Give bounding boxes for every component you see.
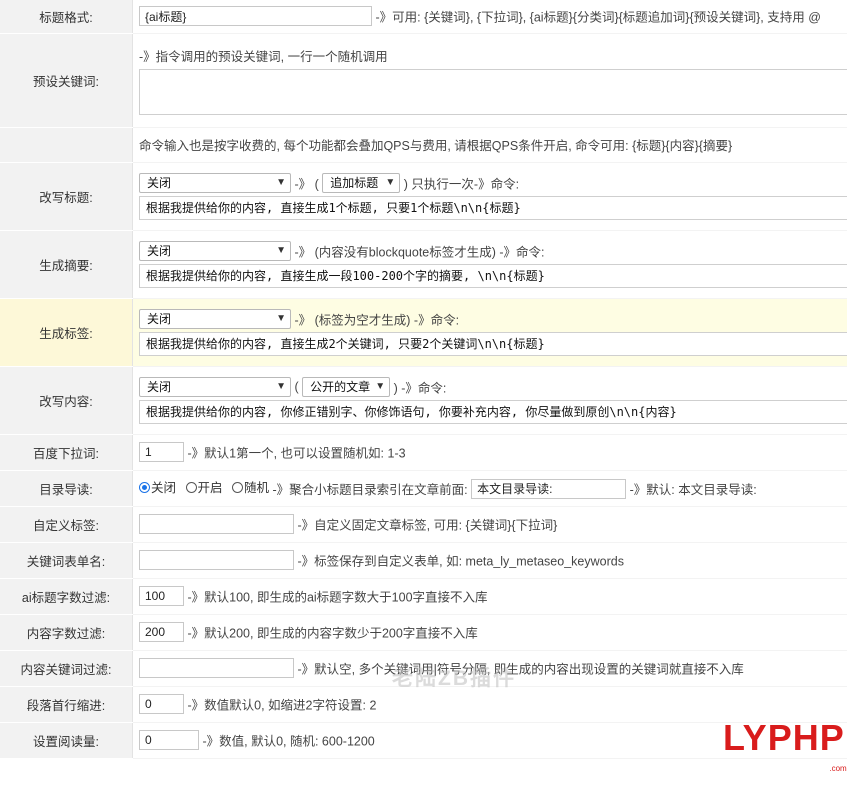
site-logo: LYPHP .com — [723, 717, 847, 774]
chevron-down-icon: ▼ — [375, 380, 386, 392]
row-summary: 生成摘要: 关闭 ▼ -》 (内容没有blockquote标签才生成) -》命令:… — [0, 230, 847, 299]
chevron-down-icon: ▼ — [276, 244, 286, 256]
ai-title-filter-label: ai标题字数过滤: — [0, 578, 133, 615]
content-keyword-filter-hint: -》默认空, 多个关键词用|符号分隔, 即生成的内容出现设置的关键词就直接不入库 — [297, 662, 744, 677]
ai-title-filter-input[interactable] — [139, 586, 184, 606]
settings-form: 标题格式: -》可用: {关键词}, {下拉词}, {ai标题}{分类词}{标题… — [0, 0, 847, 759]
row-tags: 生成标签: 关闭 ▼ -》 (标签为空才生成) -》命令: 根据我提供给你的内容,… — [0, 298, 847, 367]
row-content-filter: 内容字数过滤: -》默认200, 即生成的内容字数少于200字直接不入库 — [0, 614, 847, 651]
radio-icon — [185, 482, 197, 494]
keyword-form-hint: -》标签保存到自定义表单, 如: meta_ly_metaseo_keyword… — [297, 554, 624, 569]
rewrite-content-hint: ) -》命令: — [393, 381, 447, 395]
toc-hint: -》聚合小标题目录索引在文章前面: — [272, 483, 468, 498]
custom-tags-label: 自定义标签: — [0, 506, 133, 543]
read-count-label: 设置阅读量: — [0, 722, 133, 759]
toc-radio-off[interactable]: 关闭 — [139, 481, 176, 495]
preset-keywords-textarea[interactable] — [139, 68, 847, 115]
read-count-hint: -》数值, 默认0, 随机: 600-1200 — [202, 734, 375, 749]
toc-title-input[interactable] — [471, 478, 627, 499]
indent-hint: -》数值默认0, 如缩进2字符设置: 2 — [187, 698, 377, 713]
content-filter-hint: -》默认200, 即生成的内容字数少于200字直接不入库 — [187, 626, 478, 641]
summary-hint: -》 (内容没有blockquote标签才生成) -》命令: — [294, 245, 545, 259]
chevron-down-icon: ▼ — [276, 312, 286, 324]
row-custom-tags: 自定义标签: -》自定义固定文章标签, 可用: {关键词}{下拉词} — [0, 506, 847, 543]
summary-label: 生成摘要: — [0, 230, 133, 299]
content-keyword-filter-label: 内容关键词过滤: — [0, 650, 133, 687]
rewrite-content-scope-select[interactable]: 公开的文章 ▼ — [302, 376, 391, 397]
keyword-form-label: 关键词表单名: — [0, 542, 133, 579]
preset-keywords-label: 预设关键词: — [0, 33, 133, 128]
rewrite-content-command-input[interactable]: 根据我提供给你的内容, 你修正错别字、你修饰语句, 你要补充内容, 你尽量做到原… — [139, 399, 847, 424]
row-rewrite-content: 改写内容: 关闭 ▼ ( 公开的文章 ▼ ) -》命令: 根据我提供给你的内容, 你… — [0, 366, 847, 435]
rewrite-title-command-input[interactable]: 根据我提供给你的内容, 直接生成1个标题, 只要1个标题\n\n{标题} — [139, 195, 847, 220]
chevron-down-icon: ▼ — [385, 176, 396, 188]
row-baidu-dropdown: 百度下拉词: -》默认1第一个, 也可以设置随机如: 1-3 — [0, 434, 847, 471]
tags-select[interactable]: 关闭 ▼ — [139, 308, 291, 329]
content-filter-input[interactable] — [139, 622, 184, 642]
summary-command-input[interactable]: 根据我提供给你的内容, 直接生成一段100-200个字的摘要, \n\n{标题} — [139, 263, 847, 288]
row-read-count: 设置阅读量: -》数值, 默认0, 随机: 600-1200 — [0, 722, 847, 759]
preset-keywords-hint: -》指令调用的预设关键词, 一行一个随机调用 — [139, 49, 388, 64]
title-format-input[interactable] — [139, 6, 372, 27]
rewrite-content-label: 改写内容: — [0, 366, 133, 435]
baidu-dropdown-hint: -》默认1第一个, 也可以设置随机如: 1-3 — [187, 446, 406, 461]
rewrite-title-select[interactable]: 关闭 ▼ — [139, 172, 291, 193]
chevron-down-icon: ▼ — [276, 176, 286, 188]
baidu-dropdown-input[interactable] — [139, 442, 184, 462]
indent-label: 段落首行缩进: — [0, 686, 133, 723]
read-count-input[interactable] — [139, 730, 199, 750]
row-toc: 目录导读: 关闭 开启 随机 -》聚合小标题目录索引在文章前面: -》默认: 本… — [0, 470, 847, 507]
baidu-dropdown-label: 百度下拉词: — [0, 434, 133, 471]
chevron-down-icon: ▼ — [276, 380, 286, 392]
row-indent: 段落首行缩进: -》数值默认0, 如缩进2字符设置: 2 — [0, 686, 847, 723]
toc-radio-random[interactable]: 随机 — [232, 481, 269, 495]
row-ai-title-filter: ai标题字数过滤: -》默认100, 即生成的ai标题字数大于100字直接不入库 — [0, 578, 847, 615]
keyword-form-input[interactable] — [139, 550, 294, 570]
row-keyword-form: 关键词表单名: -》标签保存到自定义表单, 如: meta_ly_metaseo… — [0, 542, 847, 579]
radio-icon — [232, 482, 243, 494]
tags-hint: -》 (标签为空才生成) -》命令: — [294, 313, 460, 327]
radio-checked-icon — [139, 482, 150, 494]
rewrite-title-hint: ) 只执行一次-》命令: — [403, 177, 520, 191]
tags-command-input[interactable]: 根据我提供给你的内容, 直接生成2个关键词, 只要2个关键词\n\n{标题} — [139, 331, 847, 356]
title-format-hint: -》可用: {关键词}, {下拉词}, {ai标题}{分类词}{标题追加词}{预… — [375, 10, 821, 25]
row-rewrite-title: 改写标题: 关闭 ▼ -》 ( 追加标题 ▼ ) 只执行一次-》命令: 根据我提供给… — [0, 162, 847, 231]
rewrite-title-mode-select[interactable]: 追加标题 ▼ — [322, 172, 401, 193]
ai-title-filter-hint: -》默认100, 即生成的ai标题字数大于100字直接不入库 — [187, 590, 488, 605]
row-content-keyword-filter: 内容关键词过滤: -》默认空, 多个关键词用|符号分隔, 即生成的内容出现设置的… — [0, 650, 847, 687]
indent-input[interactable] — [139, 694, 184, 714]
row-title-format: 标题格式: -》可用: {关键词}, {下拉词}, {ai标题}{分类词}{标题… — [0, 0, 847, 34]
toc-default-hint: -》默认: 本文目录导读: — [629, 483, 757, 498]
summary-select[interactable]: 关闭 ▼ — [139, 240, 291, 261]
content-filter-label: 内容字数过滤: — [0, 614, 133, 651]
content-keyword-filter-input[interactable] — [139, 658, 294, 678]
tags-label: 生成标签: — [0, 298, 133, 367]
toc-radio-on[interactable]: 开启 — [185, 481, 223, 495]
custom-tags-hint: -》自定义固定文章标签, 可用: {关键词}{下拉词} — [297, 518, 558, 533]
rewrite-content-select[interactable]: 关闭 ▼ — [139, 376, 291, 397]
title-format-label: 标题格式: — [0, 0, 133, 34]
command-note: 命令输入也是按字收费的, 每个功能都会叠加QPS与费用, 请根据QPS条件开启,… — [139, 139, 733, 153]
row-preset-keywords: 预设关键词: -》指令调用的预设关键词, 一行一个随机调用 — [0, 33, 847, 128]
row-command-note: 命令输入也是按字收费的, 每个功能都会叠加QPS与费用, 请根据QPS条件开启,… — [0, 127, 847, 163]
custom-tags-input[interactable] — [139, 514, 294, 534]
toc-label: 目录导读: — [0, 470, 133, 507]
rewrite-title-label: 改写标题: — [0, 162, 133, 231]
